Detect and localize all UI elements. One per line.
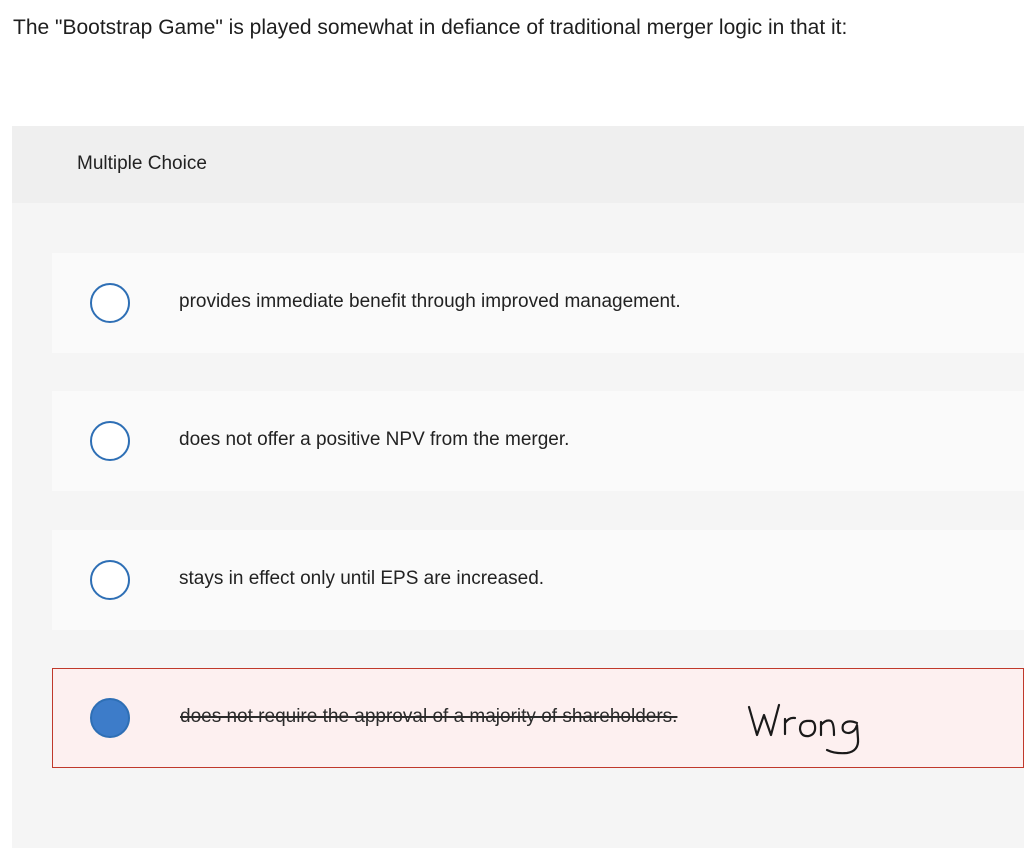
radio-button-3[interactable]: [90, 560, 130, 600]
multiple-choice-panel: Multiple Choice provides immediate benef…: [12, 126, 1024, 848]
answer-option-label-struck: does not require the approval of a major…: [180, 706, 678, 727]
radio-button-4-selected[interactable]: [90, 698, 130, 738]
quiz-page: The "Bootstrap Game" is played somewhat …: [0, 0, 1024, 848]
answer-option-4-selected-incorrect[interactable]: does not require the approval of a major…: [52, 668, 1024, 768]
radio-button-1[interactable]: [90, 283, 130, 323]
answer-option-label: provides immediate benefit through impro…: [179, 291, 681, 312]
answer-option-3[interactable]: stays in effect only until EPS are incre…: [52, 530, 1024, 630]
answer-option-1[interactable]: provides immediate benefit through impro…: [52, 253, 1024, 353]
multiple-choice-header: Multiple Choice: [12, 126, 1024, 203]
answer-option-label: stays in effect only until EPS are incre…: [179, 568, 545, 589]
question-type-label: Multiple Choice: [77, 153, 207, 174]
radio-button-2[interactable]: [90, 421, 130, 461]
handwritten-wrong-annotation: [747, 703, 860, 755]
answer-option-label: does not offer a positive NPV from the m…: [179, 429, 570, 450]
question-text: The "Bootstrap Game" is played somewhat …: [13, 16, 848, 39]
answer-option-2[interactable]: does not offer a positive NPV from the m…: [52, 391, 1024, 491]
